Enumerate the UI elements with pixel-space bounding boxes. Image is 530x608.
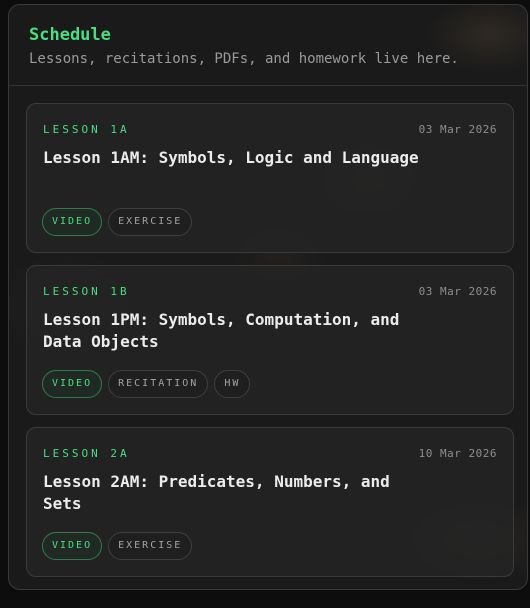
lesson-date: 10 Mar 2026 (418, 446, 497, 460)
schedule-header: Schedule Lessons, recitations, PDFs, and… (9, 5, 527, 86)
lesson-card-header: LESSON 2A 10 Mar 2026 (43, 446, 497, 460)
lesson-date: 03 Mar 2026 (418, 122, 497, 136)
lesson-title[interactable]: Lesson 1PM: Symbols, Computation, and Da… (43, 309, 423, 353)
tag-video[interactable]: VIDEO (42, 532, 103, 560)
lesson-tags: VIDEO RECITATION HW (42, 370, 256, 398)
lesson-title[interactable]: Lesson 2AM: Predicates, Numbers, and Set… (43, 471, 423, 515)
lesson-card-header: LESSON 1B 03 Mar 2026 (43, 284, 497, 298)
tag-video[interactable]: VIDEO (42, 208, 103, 236)
lesson-code: LESSON 1B (43, 284, 130, 298)
lesson-code: LESSON 2A (43, 446, 130, 460)
tag-exercise[interactable]: EXERCISE (108, 208, 193, 236)
lesson-card[interactable]: LESSON 1A 03 Mar 2026 Lesson 1AM: Symbol… (26, 103, 514, 253)
tag-exercise[interactable]: EXERCISE (108, 532, 193, 560)
schedule-panel: Schedule Lessons, recitations, PDFs, and… (8, 4, 528, 590)
tag-video[interactable]: VIDEO (42, 370, 103, 398)
lesson-title[interactable]: Lesson 1AM: Symbols, Logic and Language (43, 147, 423, 191)
lesson-tags: VIDEO EXERCISE (42, 532, 198, 560)
lesson-card-header: LESSON 1A 03 Mar 2026 (43, 122, 497, 136)
lesson-code: LESSON 1A (43, 122, 130, 136)
lesson-card[interactable]: LESSON 2A 10 Mar 2026 Lesson 2AM: Predic… (26, 427, 514, 577)
page-title: Schedule (29, 25, 111, 45)
tag-hw[interactable]: HW (214, 370, 251, 398)
tag-recitation[interactable]: RECITATION (108, 370, 209, 398)
lesson-card[interactable]: LESSON 1B 03 Mar 2026 Lesson 1PM: Symbol… (26, 265, 514, 415)
page-subtitle: Lessons, recitations, PDFs, and homework… (29, 51, 459, 67)
lesson-tags: VIDEO EXERCISE (42, 208, 198, 236)
lesson-list: LESSON 1A 03 Mar 2026 Lesson 1AM: Symbol… (26, 103, 514, 589)
lesson-date: 03 Mar 2026 (418, 284, 497, 298)
